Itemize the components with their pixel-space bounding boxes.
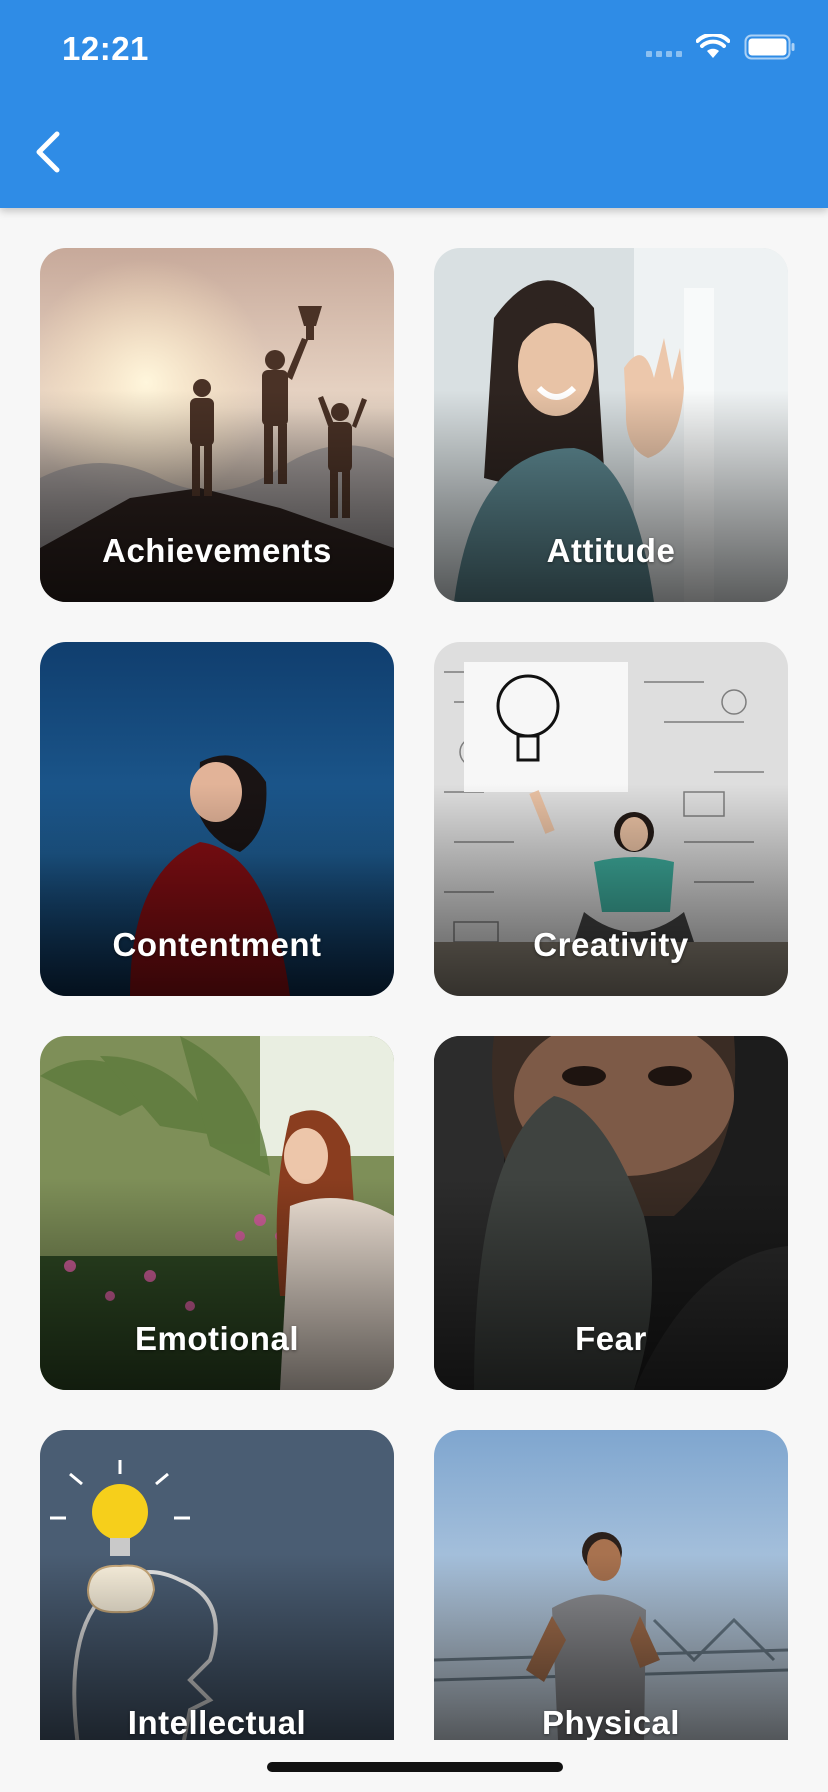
wifi-icon [696, 34, 730, 58]
label-shade [40, 783, 394, 996]
category-label: Attitude [546, 532, 676, 569]
category-card-physical[interactable]: Physical [434, 1430, 788, 1740]
category-card-intellectual[interactable]: Intellectual [40, 1430, 394, 1740]
category-label: Fear [575, 1320, 647, 1357]
chevron-left-icon [36, 131, 60, 173]
label-shade [434, 783, 788, 996]
category-label: Creativity [533, 926, 689, 963]
category-label: Achievements [102, 532, 332, 569]
category-label: Emotional [134, 1320, 299, 1357]
category-card-creativity[interactable]: Creativity [434, 642, 788, 996]
battery-icon [744, 34, 795, 60]
home-indicator[interactable] [267, 1762, 563, 1772]
category-grid: Achievements Attitude Contentment Creati… [40, 248, 788, 1740]
category-card-contentment[interactable]: Contentment [40, 642, 394, 996]
label-shade [434, 1177, 788, 1390]
category-card-fear[interactable]: Fear [434, 1036, 788, 1390]
signal-icon [646, 37, 682, 57]
back-button[interactable] [24, 122, 72, 182]
status-time: 12:21 [62, 30, 149, 67]
category-card-achievements[interactable]: Achievements [40, 248, 394, 602]
label-shade [40, 1177, 394, 1390]
status-icons [646, 34, 796, 60]
category-card-attitude[interactable]: Attitude [434, 248, 788, 602]
category-label: Contentment [112, 926, 322, 963]
app-bar: 12:21 [0, 0, 828, 208]
label-shade [40, 389, 394, 602]
category-card-emotional[interactable]: Emotional [40, 1036, 394, 1390]
category-label: Physical [542, 1704, 680, 1740]
category-label: Intellectual [127, 1704, 307, 1740]
label-shade [434, 389, 788, 602]
